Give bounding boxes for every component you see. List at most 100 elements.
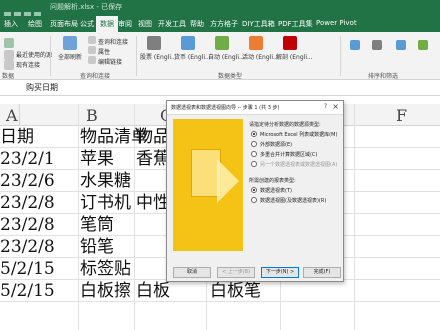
refresh-icon [63,36,77,50]
stocks-data-type-button[interactable]: 股票 (Engli... [140,36,177,70]
tab-draw[interactable]: 绘图 [28,19,42,29]
cell[interactable]: 物品 [136,126,170,148]
cell[interactable]: 5/2/15 [0,280,55,302]
edit-links-button[interactable]: 编辑链接 [98,57,122,66]
currency-data-type-button[interactable]: 货币 (Engli... [174,36,211,70]
radio-external-source-label[interactable]: 外部数据源(E) [260,141,292,148]
radio-pivot-table[interactable] [251,187,257,193]
tab-diy-toolbox[interactable]: DIY工具箱 [242,19,275,29]
report-prompt: 所需创建的报表类型: [249,178,296,184]
activity-icon [249,36,263,50]
radio-another-pivot[interactable] [251,161,257,167]
dialog-title: 数据透视表和数据透视图向导 -- 步骤 1 (共 3 步) [171,105,280,111]
tab-power-pivot[interactable]: Power Pivot [316,19,357,27]
cell[interactable]: 笔筒 [80,214,114,236]
queries-connections-button[interactable]: 查询和连接 [98,37,128,46]
cell[interactable]: 23/2/8 [0,214,55,236]
table-row: 5/2/15 白板擦 白板 白板笔 [0,280,440,302]
name-box[interactable] [2,82,16,94]
recent-sources-button[interactable]: 最近使用的源 [16,50,52,59]
tab-help[interactable]: 帮助 [190,19,204,29]
existing-connections-icon [4,60,14,70]
existing-connections-button[interactable]: 现有连接 [16,60,40,69]
edit-links-icon [88,56,96,64]
wizard-illustration [173,119,243,251]
cell[interactable]: 23/2/6 [0,170,55,192]
close-icon[interactable]: × [332,102,339,111]
pivot-wizard-dialog: 数据透视表和数据透视图向导 -- 步骤 1 (共 3 步) ? × 请指定待分析… [166,100,344,282]
column-header-f[interactable]: F [396,106,407,125]
anatomy-label: 解剖 (Engli... [276,54,313,61]
stocks-label: 股票 (Engli... [140,54,177,61]
help-icon[interactable]: ? [324,103,327,110]
get-data-group-label: 数据 [2,73,15,80]
tab-fangfanggezi[interactable]: 方方格子 [210,19,238,29]
data-types-group-label: 数据类型 [218,73,243,80]
tab-page-layout[interactable]: 页面布局 [50,19,78,29]
tab-pdf-tools[interactable]: PDF工具集 [278,19,313,29]
anatomy-data-type-button[interactable]: 解剖 (Engli... [276,36,313,70]
arrow-graphic [217,159,239,203]
activities-data-type-button[interactable]: 活动 (Engli... [242,36,279,70]
currency-label: 货币 (Engli... [174,54,211,61]
cell[interactable]: 香蕉 [136,148,170,170]
next-button[interactable]: 下一步(N) > [261,267,299,278]
cell[interactable]: 订书机 [80,192,131,214]
radio-multiple-ranges[interactable] [251,151,257,157]
recent-sources-icon [4,50,14,60]
table-icon [4,38,14,48]
tab-view[interactable]: 视图 [138,19,152,29]
cell[interactable]: 白板擦 [80,280,131,302]
properties-icon [88,46,96,54]
cell[interactable]: 标签贴 [80,258,131,280]
cell[interactable]: 23/2/8 [0,236,55,258]
radio-external-source[interactable] [251,141,257,147]
ribbon-separator [50,36,51,76]
cancel-button[interactable]: 取消 [173,267,211,278]
radio-multiple-ranges-label[interactable]: 多重合并计算数据区域(C) [260,151,317,158]
sort-icon[interactable] [350,40,360,50]
filter-icon[interactable] [372,40,382,50]
currency-icon [181,36,195,50]
cell[interactable]: 23/2/8 [0,192,55,214]
dialog-title-bar[interactable]: 数据透视表和数据透视图向导 -- 步骤 1 (共 3 步) ? × [167,101,343,115]
advanced-filter-icon[interactable] [396,40,406,50]
tab-insert[interactable]: 插入 [4,19,18,29]
back-button[interactable]: < 上一步(B) [217,267,255,278]
finish-button[interactable]: 完成(F) [303,267,341,278]
ribbon-tabs: 插入 绘图 页面布局 公式 数据 审阅 视图 开发工具 帮助 方方格子 DIY工… [0,16,440,32]
formula-input[interactable]: 购买日期 [26,82,58,93]
activities-label: 活动 (Engli... [242,54,279,61]
tab-developer[interactable]: 开发工具 [158,19,186,29]
radio-pivot-chart[interactable] [251,197,257,203]
cell[interactable]: 白板笔 [210,280,261,302]
text-to-columns-icon[interactable] [418,40,428,50]
sort-filter-group-label: 排序和筛选 [368,73,399,80]
radio-pivot-table-label[interactable]: 数据透视表(T) [260,187,292,194]
radio-excel-list[interactable] [251,131,257,137]
automatic-data-type-button[interactable]: 自动 (Engli... [208,36,245,70]
column-header-b[interactable]: B [86,106,98,125]
cell[interactable]: 中性 [136,192,170,214]
radio-pivot-chart-label[interactable]: 数据透视图(及数据透视表)(R) [260,197,326,204]
cell[interactable]: 水果糖 [80,170,131,192]
ribbon-separator [340,36,341,76]
properties-button[interactable]: 属性 [98,47,110,56]
tab-data[interactable]: 数据 [96,16,118,32]
tab-formulas[interactable]: 公式 [80,19,94,29]
source-prompt: 请指定待分析数据的数据源类型: [249,122,321,128]
cell[interactable]: 5/2/15 [0,258,55,280]
queries-group-label: 查询和连接 [80,73,111,80]
cell[interactable]: 23/2/1 [0,148,55,170]
cell[interactable]: 日期 [0,126,34,148]
refresh-all-button[interactable]: 全部刷新 [56,36,84,70]
cell[interactable]: 苹果 [80,148,114,170]
tab-review[interactable]: 审阅 [118,19,132,29]
quick-access-toolbar[interactable] [4,4,46,19]
cell[interactable]: 铅笔 [80,236,114,258]
radio-excel-list-label[interactable]: Microsoft Excel 列表或数据库(M) [260,131,337,138]
column-header-a[interactable]: A [6,106,18,125]
formula-bar: 购买日期 [0,80,440,96]
radio-another-pivot-label[interactable]: 另一个数据透视表或数据透视图(A) [260,161,337,168]
cell[interactable]: 白板 [136,280,170,302]
